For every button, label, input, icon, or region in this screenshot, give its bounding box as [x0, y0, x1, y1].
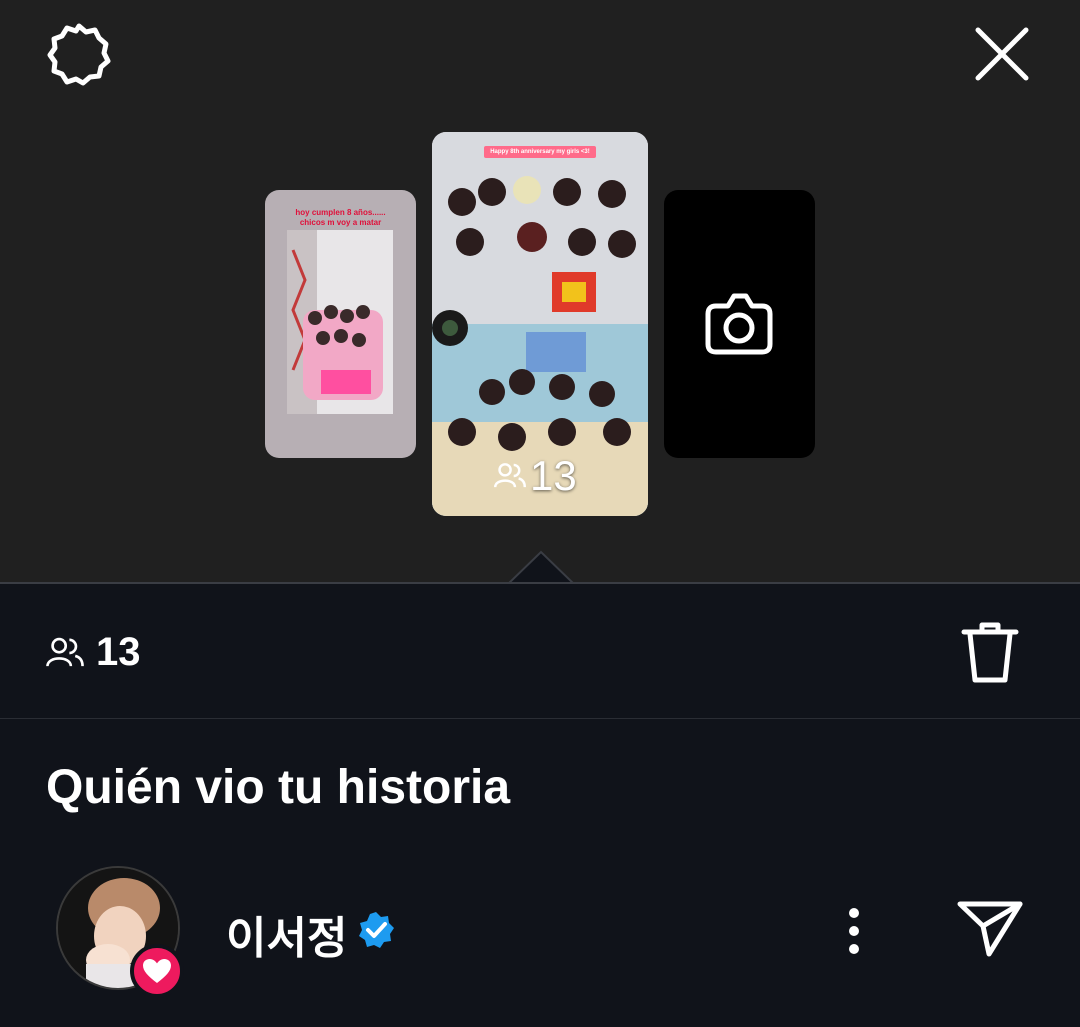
delete-story-button[interactable]: [960, 620, 1020, 686]
story-photo: [287, 230, 393, 414]
more-vertical-icon: [849, 908, 859, 954]
settings-button[interactable]: [46, 22, 112, 88]
section-title: Quién vio tu historia: [46, 761, 511, 814]
viewer-count: 13: [96, 630, 141, 674]
story-viewer-count: 13: [530, 452, 577, 499]
viewer-name[interactable]: 이서정: [226, 902, 347, 966]
story-caption: Happy 8th anniversary my girls <3!: [484, 146, 596, 158]
more-options-button[interactable]: [836, 904, 872, 958]
story-viewer-badge: 13: [494, 452, 577, 500]
send-message-button[interactable]: [956, 896, 1024, 958]
story-thumbnail-2[interactable]: Happy 8th anniversary my girls <3! 13: [432, 132, 648, 516]
verified-badge-icon: [359, 912, 394, 948]
close-icon: [975, 27, 1029, 81]
heart-icon: [143, 959, 171, 983]
close-button[interactable]: [970, 22, 1034, 86]
trash-icon: [961, 622, 1019, 683]
add-story-camera[interactable]: [664, 190, 815, 458]
selection-pointer: [508, 550, 574, 584]
camera-icon: [705, 293, 773, 355]
people-icon: [46, 637, 84, 667]
people-icon: [494, 463, 526, 488]
section-divider: [0, 718, 1080, 719]
liked-badge: [130, 944, 184, 998]
send-icon: [957, 901, 1023, 957]
stats-row: [0, 584, 1080, 718]
story-thumbnail-1[interactable]: hoy cumplen 8 años...... chicos m voy a …: [265, 190, 416, 458]
gear-icon: [47, 23, 111, 86]
